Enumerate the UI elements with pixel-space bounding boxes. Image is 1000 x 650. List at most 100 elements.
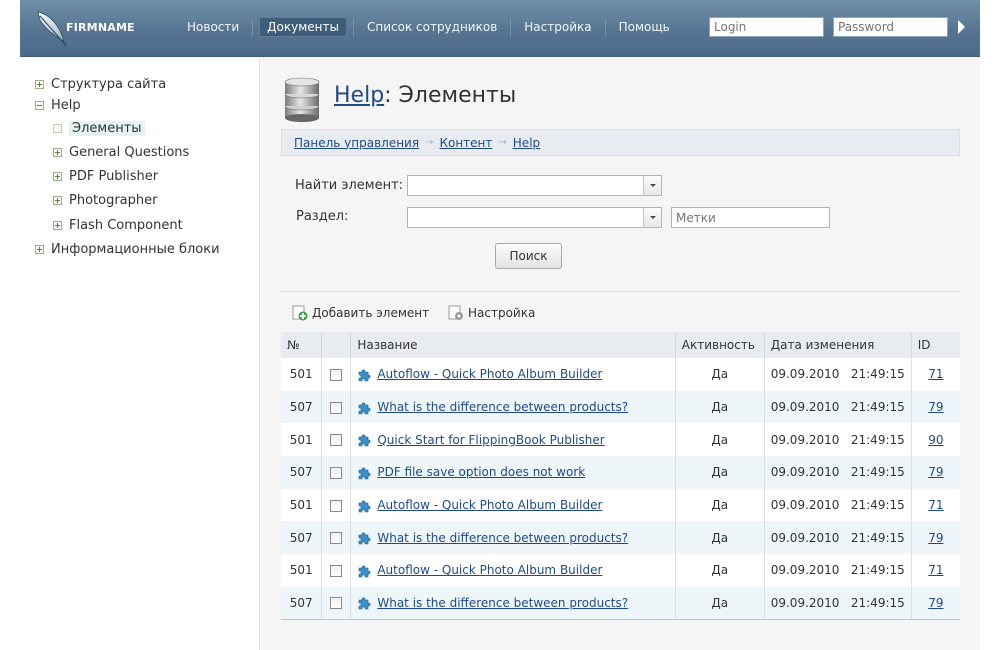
expand-plus-icon[interactable] [53, 172, 62, 181]
puzzle-icon [359, 467, 371, 480]
cell-active: Да [674, 358, 765, 391]
feather-logo-icon[interactable] [34, 8, 68, 48]
table-row[interactable]: 507 What is the difference between produc… [281, 390, 960, 424]
breadcrumb-help[interactable]: Help [513, 136, 540, 150]
col-header-name[interactable]: Название [350, 332, 676, 358]
row-checkbox[interactable] [330, 597, 343, 610]
element-id-link[interactable]: 71 [928, 563, 943, 577]
nav-documents[interactable]: Документы [259, 17, 347, 37]
element-id-link[interactable]: 79 [928, 596, 943, 610]
row-checkbox[interactable] [330, 401, 343, 414]
login-field[interactable] [709, 17, 824, 37]
row-checkbox[interactable] [330, 368, 343, 381]
element-name-link[interactable]: What is the difference between products? [377, 531, 628, 545]
tree-item-info-blocks[interactable]: Информационные блоки [35, 242, 220, 257]
tree-item-elements[interactable]: Элементы [53, 121, 145, 136]
top-header: FIRMNAME Новости Документы Список сотруд… [20, 0, 980, 57]
expand-plus-icon[interactable] [35, 80, 44, 89]
elements-table: № Название Активность Дата изменения ID … [281, 332, 960, 620]
element-id-link[interactable]: 71 [928, 498, 943, 512]
leaf-node-icon [53, 124, 62, 133]
element-id-link[interactable]: 90 [928, 433, 943, 447]
search-button[interactable]: Поиск [495, 243, 562, 269]
tree-item-pdf-publisher[interactable]: PDF Publisher [53, 169, 158, 184]
table-row[interactable]: 501 Autoflow - Quick Photo Album Builder Д… [281, 488, 960, 522]
breadcrumb-arrow-icon: → [425, 137, 434, 148]
element-name-link[interactable]: PDF file save option does not work [377, 465, 585, 479]
breadcrumb-control-panel[interactable]: Панель управления [294, 136, 419, 150]
element-name-link[interactable]: Autoflow - Quick Photo Album Builder [377, 563, 602, 577]
cell-date: 09.09.2010 21:49:15 [763, 423, 912, 457]
nav-separator [352, 18, 354, 36]
tree-item-help[interactable]: Help [35, 98, 81, 113]
row-checkbox[interactable] [330, 532, 343, 545]
cell-active: Да [674, 488, 765, 522]
cell-name: Autoflow - Quick Photo Album Builder [350, 358, 676, 391]
password-field[interactable] [833, 17, 948, 37]
nav-settings[interactable]: Настройка [517, 18, 598, 36]
table-row[interactable]: 507 PDF file save option does not work Да 0… [281, 456, 960, 489]
element-id-link[interactable]: 71 [928, 367, 943, 381]
cell-number: 507 [281, 521, 322, 555]
element-name-link[interactable]: Quick Start for FlippingBook Publisher [377, 433, 604, 447]
nav-separator [510, 18, 512, 36]
col-header-id[interactable]: ID [910, 332, 960, 358]
expand-plus-icon[interactable] [53, 196, 62, 205]
login-submit-arrow-icon[interactable] [958, 20, 965, 34]
settings-button[interactable]: Настройка [448, 305, 535, 321]
row-checkbox[interactable] [330, 499, 343, 512]
collapse-minus-icon[interactable] [35, 101, 44, 110]
col-header-date[interactable]: Дата изменения [763, 332, 912, 358]
cell-active: Да [674, 456, 765, 489]
puzzle-icon [359, 402, 371, 414]
row-checkbox[interactable] [330, 434, 343, 447]
row-checkbox[interactable] [330, 466, 343, 479]
table-row[interactable]: 501 Quick Start for FlippingBook Publishe… [281, 423, 960, 457]
cell-check [321, 586, 351, 620]
table-row[interactable]: 501 Autoflow - Quick Photo Album Builder Д… [281, 554, 960, 587]
element-name-link[interactable]: Autoflow - Quick Photo Album Builder [377, 498, 602, 512]
tree-item-photographer[interactable]: Photographer [53, 193, 157, 208]
cell-name: Autoflow - Quick Photo Album Builder [350, 554, 676, 587]
breadcrumb: Панель управления → Контент → Help [281, 129, 960, 156]
dropdown-arrow-icon[interactable] [643, 208, 661, 227]
element-name-link[interactable]: What is the difference between products? [377, 400, 628, 414]
cell-date: 09.09.2010 21:49:15 [763, 358, 912, 391]
expand-plus-icon[interactable] [53, 148, 62, 157]
dropdown-arrow-icon[interactable] [643, 176, 661, 195]
find-element-label: Найти элемент: [295, 178, 404, 193]
cell-number: 501 [281, 554, 322, 587]
element-id-link[interactable]: 79 [928, 400, 943, 414]
expand-plus-icon[interactable] [35, 245, 44, 254]
table-row[interactable]: 501 Autoflow - Quick Photo Album Builder Д… [281, 358, 960, 391]
col-header-check [321, 332, 351, 358]
row-checkbox[interactable] [330, 564, 343, 577]
section-combo[interactable] [407, 207, 662, 228]
breadcrumb-content[interactable]: Контент [439, 136, 492, 150]
cell-active: Да [674, 423, 765, 457]
element-id-link[interactable]: 79 [928, 531, 943, 545]
divider [281, 291, 960, 292]
col-header-active[interactable]: Активность [674, 332, 765, 358]
element-name-link[interactable]: Autoflow - Quick Photo Album Builder [377, 367, 602, 381]
element-id-link[interactable]: 79 [928, 465, 943, 479]
table-row[interactable]: 507 What is the difference between produc… [281, 586, 960, 620]
col-header-number[interactable]: № [281, 332, 322, 358]
tree-item-general-questions[interactable]: General Questions [53, 145, 189, 160]
cell-number: 507 [281, 586, 322, 620]
find-element-combo[interactable] [407, 175, 662, 196]
element-name-link[interactable]: What is the difference between products? [377, 596, 628, 610]
expand-plus-icon[interactable] [53, 221, 62, 230]
tree-item-flash-component[interactable]: Flash Component [53, 218, 183, 233]
tree-item-site-structure[interactable]: Структура сайта [35, 77, 166, 92]
cell-id: 71 [910, 358, 960, 391]
add-element-button[interactable]: Добавить элемент [292, 305, 429, 321]
add-icon [292, 305, 308, 321]
tags-input[interactable] [671, 207, 830, 228]
nav-staff-list[interactable]: Список сотрудников [360, 18, 504, 36]
nav-news[interactable]: Новости [180, 18, 246, 36]
title-help-link[interactable]: Help [334, 83, 384, 108]
nav-help[interactable]: Помощь [612, 18, 677, 36]
table-row[interactable]: 507 What is the difference between produc… [281, 521, 960, 555]
section-label: Раздел: [296, 209, 349, 224]
